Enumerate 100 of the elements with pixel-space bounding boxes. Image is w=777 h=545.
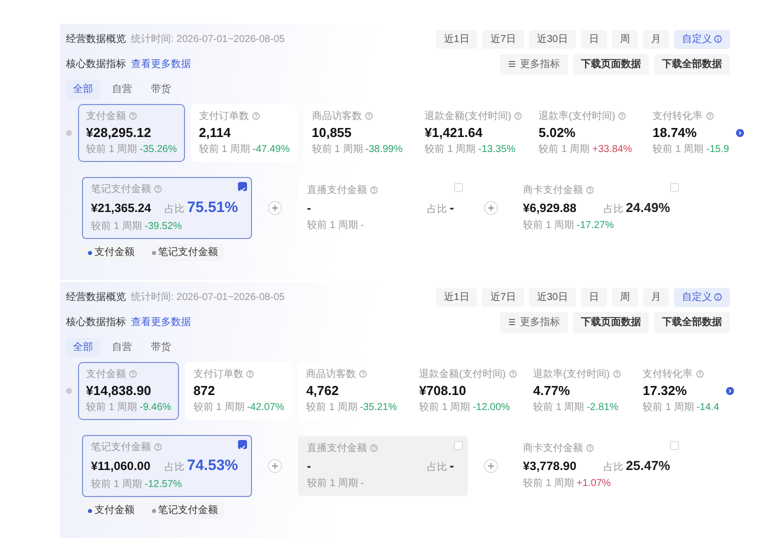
legend-item[interactable]: 笔记支付金额 — [146, 502, 224, 520]
download-button[interactable]: 下载页面数据 — [573, 312, 649, 333]
compare-label: 较前 1 周期 — [312, 144, 363, 155]
section-title: 核心数据指标 — [66, 58, 126, 72]
metric-label: 退款率(支付时间) — [533, 369, 610, 380]
compare-label: 较前 1 周期 — [652, 144, 704, 155]
channel-label: 商卡支付金额 — [523, 443, 583, 454]
change-value: +33.84% — [592, 144, 632, 155]
share-label: 占比 — [164, 202, 185, 217]
range-tab[interactable]: 周 — [612, 30, 638, 49]
change-value: -2.81% — [586, 402, 618, 413]
metric-value: ¥28,295.12 — [86, 124, 152, 142]
metric-value: 10,855 — [312, 124, 353, 142]
channel-value: ¥3,778.90 — [523, 458, 576, 474]
metric-label: 商品访客数 — [306, 369, 356, 380]
compare-label: 较前 1 周期 — [193, 402, 244, 413]
metric-label: 退款率(支付时间) — [538, 111, 616, 122]
metric-value: 5.02% — [538, 124, 576, 142]
compare-label: 较前 1 周期 — [419, 402, 470, 413]
range-tab[interactable]: 月 — [643, 30, 669, 49]
share-value: - — [450, 199, 454, 218]
range-tab[interactable]: 近30日 — [528, 30, 576, 49]
more-metrics-button[interactable]: 更多指标 — [500, 54, 568, 75]
change-value: -15.9 — [706, 144, 730, 155]
change-value: -17.27% — [576, 220, 614, 231]
range-tab[interactable]: 近1日 — [436, 30, 478, 49]
range-tab[interactable]: 日 — [581, 30, 607, 49]
share-label: 占比 — [603, 460, 624, 476]
share-label: 占比 — [427, 202, 448, 218]
range-tab[interactable]: 近1日 — [436, 288, 478, 307]
channel-label: 笔记支付金额 — [91, 184, 151, 195]
range-tab[interactable]: 月 — [643, 288, 669, 307]
panel-title: 经营数据概览 — [66, 290, 126, 305]
compare-label: 较前 1 周期 — [307, 478, 358, 489]
change-value: +1.07% — [576, 478, 611, 489]
metric-value: 4.77% — [533, 382, 571, 400]
filter-tab[interactable]: 全部 — [66, 80, 100, 99]
panel-title: 经营数据概览 — [66, 32, 126, 47]
metric-label: 商品访客数 — [312, 111, 362, 122]
metric-label: 支付金额 — [86, 369, 126, 380]
metric-label: 退款金额(支付时间) — [424, 111, 512, 122]
metric-value: 2,114 — [198, 124, 232, 142]
filter-tab[interactable]: 全部 — [66, 338, 100, 357]
legend-item[interactable]: 支付金额 — [82, 244, 140, 262]
metric-card[interactable]: 支付金额 ¥28,295.12 较前 1 周期 -35.26% — [78, 104, 185, 162]
metric-value: ¥708.10 — [419, 382, 468, 400]
metric-label: 支付转化率 — [642, 369, 693, 380]
range-tab[interactable]: 自定义 — [674, 288, 730, 307]
channel-label: 直播支付金额 — [307, 443, 367, 454]
download-button[interactable]: 下载页面数据 — [573, 54, 649, 75]
filter-tab[interactable]: 带货 — [144, 338, 178, 357]
share-value: 24.49% — [626, 199, 670, 218]
metric-label: 退款金额(支付时间) — [419, 369, 506, 380]
metric-label: 支付订单数 — [193, 369, 244, 380]
share-label: 占比 — [164, 460, 185, 475]
channel-value: - — [307, 200, 311, 216]
compare-label: 较前 1 周期 — [198, 144, 250, 155]
share-label: 占比 — [603, 202, 624, 218]
change-value: -12.57% — [144, 479, 182, 490]
metric-value: 872 — [193, 382, 216, 400]
channel-value: ¥6,929.88 — [523, 200, 576, 216]
compare-label: 较前 1 周期 — [424, 144, 476, 155]
compare-label: 较前 1 周期 — [91, 221, 142, 232]
range-tab[interactable]: 近30日 — [528, 288, 576, 307]
range-tab[interactable]: 自定义 — [674, 30, 730, 49]
compare-label: 较前 1 周期 — [642, 402, 694, 413]
more-data-link[interactable]: 查看更多数据 — [131, 315, 191, 330]
change-value: -35.21% — [360, 402, 398, 413]
range-tab[interactable]: 近7日 — [482, 288, 524, 307]
legend-item[interactable]: 笔记支付金额 — [146, 244, 224, 262]
legend-item[interactable]: 支付金额 — [82, 502, 140, 520]
channel-card[interactable]: 笔记支付金额 ¥11,060.00 占比 74.53% 较前 1 周期 -12.57% — [82, 434, 252, 498]
metric-label: 支付金额 — [86, 111, 126, 122]
metric-card[interactable]: 支付订单数 2,114 较前 1 周期 -47.49% — [190, 104, 298, 162]
metric-card[interactable]: 支付订单数 872 较前 1 周期 -42.07% — [185, 362, 292, 420]
channel-label: 直播支付金额 — [307, 185, 367, 196]
change-value: - — [360, 478, 364, 489]
more-data-link[interactable]: 查看更多数据 — [131, 57, 191, 72]
more-metrics-button[interactable]: 更多指标 — [500, 312, 568, 333]
download-button[interactable]: 下载全部数据 — [654, 312, 730, 333]
range-tab[interactable]: 周 — [612, 288, 638, 307]
channel-value: - — [307, 458, 311, 474]
change-value: -38.99% — [365, 144, 403, 155]
range-tab[interactable]: 近7日 — [482, 30, 524, 49]
metric-value: ¥14,838.90 — [86, 382, 152, 400]
metric-value: 17.32% — [642, 382, 688, 400]
stat-time: 统计时间: 2026-07-01~2026-08-05 — [131, 290, 285, 305]
range-tab[interactable]: 日 — [581, 288, 607, 307]
channel-value: ¥21,365.24 — [91, 200, 152, 216]
filter-tab[interactable]: 带货 — [144, 80, 178, 99]
filter-tab[interactable]: 自营 — [105, 338, 139, 357]
change-value: -12.00% — [472, 402, 510, 413]
channel-label: 商卡支付金额 — [523, 185, 583, 196]
filter-tab[interactable]: 自营 — [105, 80, 139, 99]
metric-card[interactable]: 支付金额 ¥14,838.90 较前 1 周期 -9.46% — [78, 362, 180, 420]
channel-card[interactable]: 笔记支付金额 ¥21,365.24 占比 75.51% 较前 1 周期 -39.52% — [82, 176, 252, 240]
download-button[interactable]: 下载全部数据 — [654, 54, 730, 75]
metric-value: 18.74% — [652, 124, 698, 142]
share-value: - — [450, 457, 454, 476]
compare-label: 较前 1 周期 — [533, 402, 584, 413]
